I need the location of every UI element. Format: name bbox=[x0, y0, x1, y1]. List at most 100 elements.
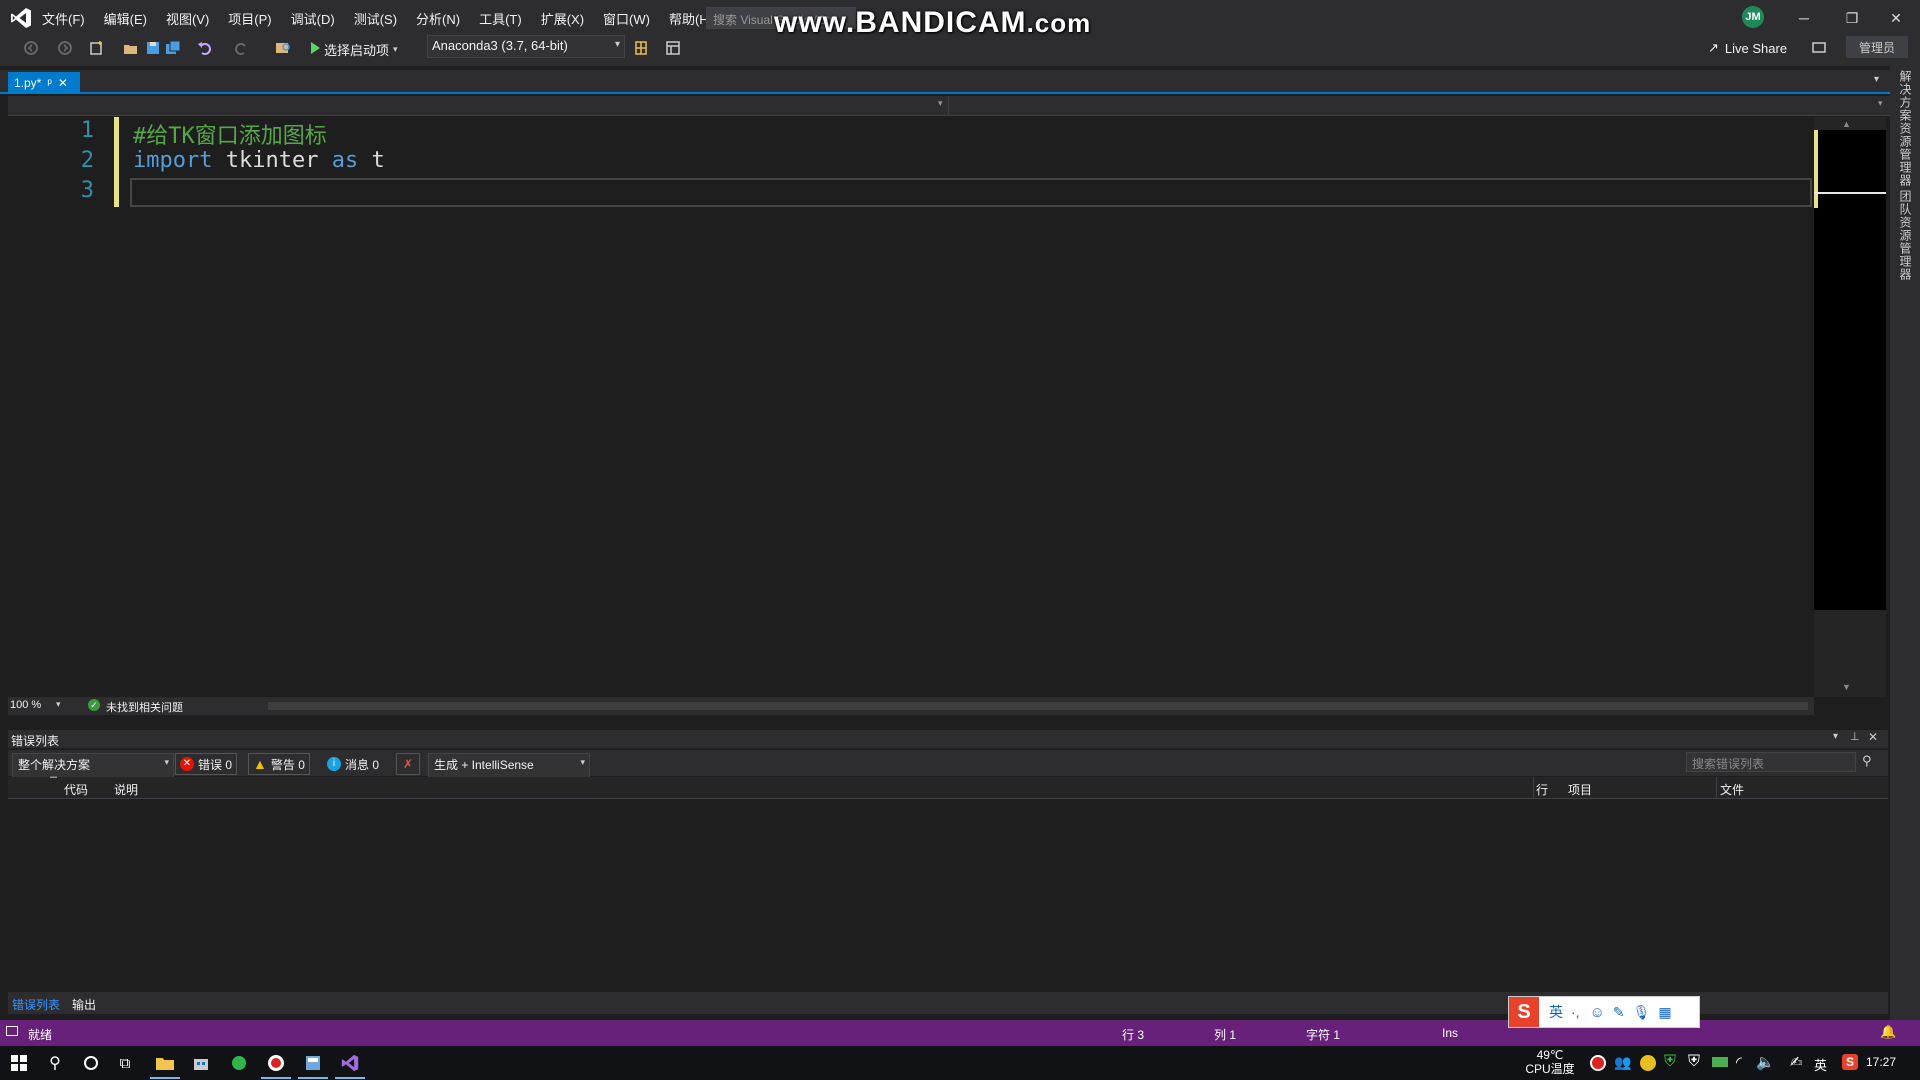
layout-icon[interactable] bbox=[664, 39, 682, 57]
emoji-icon[interactable]: ☺ bbox=[1590, 1004, 1605, 1021]
code-line-import[interactable]: import tkinter as t bbox=[133, 148, 385, 173]
column-description[interactable]: 说明 bbox=[114, 781, 138, 798]
search-icon[interactable]: ⚲ bbox=[40, 1049, 70, 1077]
recording-icon[interactable] bbox=[1590, 1055, 1606, 1071]
save-icon[interactable] bbox=[144, 39, 162, 57]
minimize-icon[interactable]: ─ bbox=[1792, 6, 1816, 30]
solution-explorer-tab[interactable]: 解决方案资源管理器 bbox=[1897, 70, 1914, 187]
wifi-icon[interactable]: ◜ bbox=[1736, 1053, 1742, 1071]
nav-dropdown-icon-right[interactable]: ▾ bbox=[1878, 98, 1883, 109]
menu-edit[interactable]: 编辑(E) bbox=[104, 9, 147, 28]
feedback-icon[interactable] bbox=[1810, 39, 1828, 57]
app-green-icon[interactable] bbox=[224, 1049, 254, 1077]
menu-debug[interactable]: 调试(D) bbox=[291, 9, 335, 28]
nav-dropdown-icon[interactable]: ▾ bbox=[938, 98, 943, 109]
menu-tools[interactable]: 工具(T) bbox=[479, 9, 522, 28]
undo-icon[interactable] bbox=[196, 39, 214, 57]
column-code[interactable]: 代码 bbox=[64, 781, 88, 798]
new-project-icon[interactable] bbox=[88, 39, 106, 57]
file-explorer-icon[interactable] bbox=[150, 1049, 180, 1079]
task-view-icon[interactable]: ⧉ bbox=[110, 1049, 140, 1077]
open-file-icon[interactable] bbox=[122, 39, 140, 57]
visual-studio-taskbar-icon[interactable] bbox=[335, 1049, 365, 1079]
menu-project[interactable]: 项目(P) bbox=[228, 9, 271, 28]
cortana-icon[interactable] bbox=[76, 1049, 106, 1077]
windows-start-icon[interactable] bbox=[4, 1049, 34, 1077]
horizontal-scrollbar[interactable] bbox=[268, 702, 1808, 710]
battery-icon[interactable] bbox=[1712, 1057, 1728, 1067]
sogou-tray-icon[interactable]: S bbox=[1842, 1054, 1858, 1070]
clock[interactable]: 17:27 bbox=[1866, 1055, 1896, 1069]
column-file[interactable]: 文件 bbox=[1720, 781, 1744, 798]
build-filter-select[interactable]: 生成 + IntelliSense ▾ bbox=[428, 753, 590, 779]
security-icon[interactable]: ⛨ bbox=[1688, 1053, 1700, 1071]
output-window-icon[interactable] bbox=[6, 1026, 18, 1036]
scroll-up-icon[interactable]: ▲ bbox=[1842, 119, 1851, 129]
menu-file[interactable]: 文件(F) bbox=[42, 9, 85, 28]
redo-icon[interactable] bbox=[232, 39, 250, 57]
tray-app-icon[interactable] bbox=[1640, 1055, 1656, 1071]
pen-icon[interactable]: ✎ bbox=[1613, 1004, 1625, 1021]
close-tab-icon[interactable]: ✕ bbox=[58, 76, 68, 90]
volume-icon[interactable]: 🔈 bbox=[1756, 1053, 1775, 1071]
menu-window[interactable]: 窗口(W) bbox=[603, 9, 650, 28]
navigate-forward-icon[interactable] bbox=[56, 39, 74, 57]
sogou-logo-icon[interactable]: S bbox=[1509, 997, 1539, 1027]
start-item-button[interactable]: 选择启动项 ▾ bbox=[324, 37, 398, 61]
microphone-icon[interactable]: 🎙 bbox=[1633, 1004, 1651, 1021]
messages-filter-button[interactable]: i 消息 0 bbox=[322, 753, 384, 775]
issues-status[interactable]: 未找到相关问题 bbox=[106, 699, 183, 715]
find-in-files-icon[interactable] bbox=[274, 39, 292, 57]
minimap-view[interactable] bbox=[1814, 130, 1886, 610]
navigation-bar[interactable]: ▾ ▾ bbox=[8, 96, 1890, 116]
visual-studio-logo-icon[interactable] bbox=[10, 7, 32, 29]
restore-icon[interactable]: ❐ bbox=[1840, 6, 1864, 30]
column-line[interactable]: 行 bbox=[1536, 781, 1548, 798]
error-list-search-input[interactable]: 搜索错误列表 bbox=[1686, 752, 1856, 772]
ime-toolbar[interactable]: S 英 ·, ☺ ✎ 🎙 ▦ bbox=[1508, 996, 1700, 1028]
document-tab-1py[interactable]: 1.py* ᵖ ✕ bbox=[8, 72, 80, 94]
bandicam-icon[interactable] bbox=[261, 1049, 291, 1079]
toolbox-icon[interactable]: ▦ bbox=[1658, 1004, 1671, 1021]
store-icon[interactable] bbox=[186, 1049, 216, 1077]
navigate-back-icon[interactable] bbox=[22, 39, 40, 57]
ime-punctuation-toggle[interactable]: ·, bbox=[1571, 1004, 1580, 1020]
close-window-icon[interactable]: ✕ bbox=[1884, 6, 1908, 30]
zoom-dropdown-icon[interactable]: ▾ bbox=[56, 699, 61, 710]
errors-filter-button[interactable]: ✕ 错误 0 bbox=[175, 753, 238, 775]
panel-menu-icon[interactable]: ▾ bbox=[1833, 731, 1838, 742]
clear-filter-button[interactable]: ✗ bbox=[396, 753, 420, 775]
menu-analyze[interactable]: 分析(N) bbox=[416, 9, 460, 28]
tab-overflow-icon[interactable]: ▾ bbox=[1874, 74, 1879, 85]
python-environment-select[interactable]: Anaconda3 (3.7, 64-bit) ▾ bbox=[427, 35, 625, 58]
shield-icon[interactable]: ⛨ bbox=[1664, 1053, 1676, 1071]
tab-error-list[interactable]: 错误列表 bbox=[12, 996, 60, 1013]
zoom-level[interactable]: 100 % bbox=[10, 699, 41, 711]
start-debug-icon[interactable] bbox=[306, 39, 324, 57]
panel-pin-icon[interactable]: ⊥ bbox=[1850, 730, 1860, 743]
save-all-icon[interactable] bbox=[164, 39, 182, 57]
error-list-body[interactable] bbox=[8, 800, 1888, 992]
ime-language-toggle[interactable]: 英 bbox=[1549, 1002, 1563, 1022]
pen-workspace-icon[interactable]: ✍ bbox=[1790, 1053, 1803, 1071]
team-explorer-tab[interactable]: 团队资源管理器 bbox=[1897, 190, 1914, 281]
menu-test[interactable]: 测试(S) bbox=[354, 9, 397, 28]
scope-select[interactable]: 整个解决方案 ▾ bbox=[12, 753, 174, 779]
search-icon[interactable]: ⚲ bbox=[1862, 753, 1872, 769]
tab-output[interactable]: 输出 bbox=[72, 996, 96, 1013]
python-launcher-icon[interactable] bbox=[298, 1049, 328, 1079]
environment-settings-icon[interactable] bbox=[632, 39, 650, 57]
input-language[interactable]: 英 bbox=[1814, 1055, 1827, 1074]
account-avatar[interactable]: JM bbox=[1742, 6, 1764, 28]
panel-close-icon[interactable]: ✕ bbox=[1868, 730, 1878, 744]
pin-icon[interactable]: ᵖ bbox=[47, 76, 52, 90]
code-line-comment[interactable]: #给TK窗口添加图标 bbox=[133, 118, 327, 150]
live-share-button[interactable]: ↗ Live Share bbox=[1708, 37, 1787, 59]
notification-bell-icon[interactable]: 🔔 bbox=[1880, 1024, 1896, 1040]
menu-view[interactable]: 视图(V) bbox=[166, 9, 209, 28]
scroll-down-icon[interactable]: ▼ bbox=[1842, 682, 1851, 692]
warnings-filter-button[interactable]: ▲ 警告 0 bbox=[248, 753, 310, 775]
menu-extensions[interactable]: 扩展(X) bbox=[541, 9, 584, 28]
users-icon[interactable]: 👥 bbox=[1614, 1054, 1631, 1071]
column-project[interactable]: 项目 bbox=[1568, 781, 1592, 798]
